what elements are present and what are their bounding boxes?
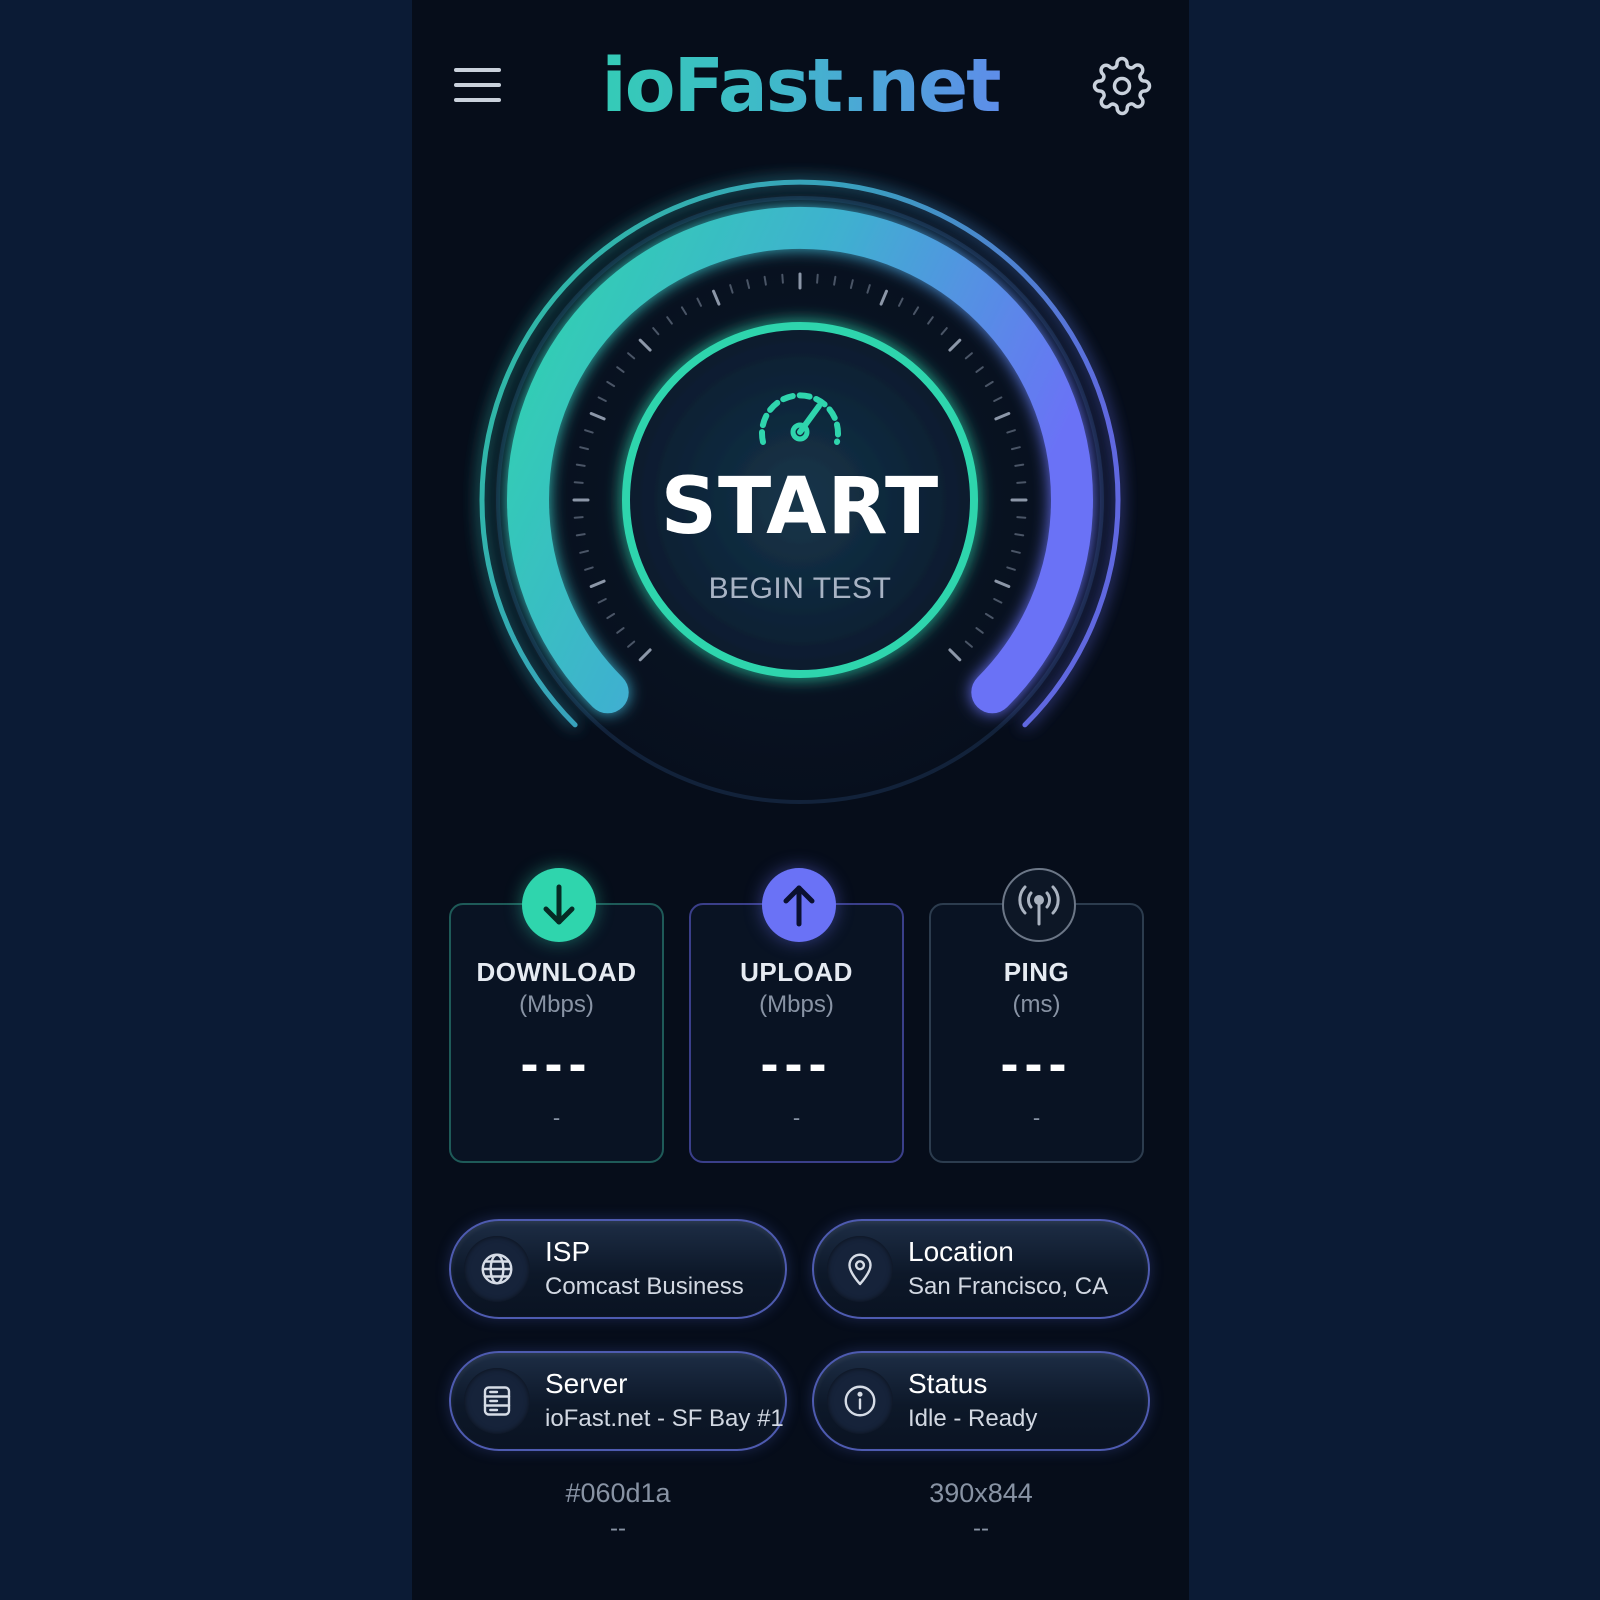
start-test-button[interactable]: START BEGIN TEST — [622, 322, 978, 678]
footer-right-main: 390x844 — [929, 1478, 1033, 1508]
backdrop-left — [0, 0, 412, 1600]
upload-title: UPLOAD — [740, 957, 853, 987]
gauge-tick — [1016, 481, 1027, 484]
status-pill[interactable]: Status Idle - Ready — [812, 1351, 1150, 1451]
globe-icon — [464, 1236, 530, 1302]
isp-value: Comcast Business — [545, 1273, 744, 1300]
upload-card: UPLOAD (Mbps) --- - — [689, 868, 904, 1163]
hamburger-menu-icon[interactable] — [454, 62, 504, 106]
gauge-tick — [1016, 516, 1027, 519]
location-pill[interactable]: Location San Francisco, CA — [812, 1219, 1150, 1319]
footer-left-main: #060d1a — [565, 1478, 671, 1508]
status-label: Status — [908, 1368, 988, 1399]
upload-unit: (Mbps) — [759, 991, 834, 1018]
isp-label: ISP — [545, 1236, 591, 1267]
app-screen: ioFast.net START BEGIN TEST DOWNLOAD (Mb… — [412, 0, 1189, 1600]
gauge-tick — [575, 533, 586, 537]
download-unit: (Mbps) — [519, 991, 594, 1018]
start-label: START — [660, 462, 940, 552]
server-icon — [464, 1368, 530, 1434]
server-pill[interactable]: Server ioFast.net - SF Bay #1 — [449, 1351, 787, 1451]
status-value: Idle - Ready — [908, 1405, 1038, 1432]
location-value: San Francisco, CA — [908, 1273, 1109, 1300]
gauge-tick — [1014, 533, 1025, 537]
location-label: Location — [908, 1236, 1014, 1267]
footer-right-sub: -- — [973, 1515, 989, 1542]
antenna-icon — [1002, 868, 1076, 942]
ping-title: PING — [1003, 957, 1070, 987]
backdrop-right — [1189, 0, 1600, 1600]
gauge-tick — [1014, 463, 1025, 467]
ping-value: --- — [1000, 1034, 1073, 1094]
ping-unit: (ms) — [1012, 991, 1061, 1018]
arrow-up-icon — [762, 868, 836, 942]
isp-pill[interactable]: ISP Comcast Business — [449, 1219, 787, 1319]
info-icon — [827, 1368, 893, 1434]
server-value: ioFast.net - SF Bay #1 — [545, 1405, 784, 1432]
upload-value: --- — [760, 1034, 833, 1094]
ping-card: PING (ms) --- - — [929, 868, 1144, 1163]
gauge-tick — [781, 273, 784, 284]
footer-left-sub: -- — [610, 1515, 626, 1542]
upload-subvalue: - — [792, 1105, 801, 1130]
download-title: DOWNLOAD — [476, 957, 637, 987]
download-subvalue: - — [552, 1105, 561, 1130]
download-value: --- — [520, 1034, 593, 1094]
arrow-down-icon — [522, 868, 596, 942]
begin-test-label: BEGIN TEST — [708, 572, 892, 605]
app-title: ioFast.net — [512, 38, 1089, 134]
gauge-tick — [573, 481, 584, 484]
gauge-tick — [763, 275, 767, 286]
ping-subvalue: - — [1032, 1105, 1041, 1130]
download-card: DOWNLOAD (Mbps) --- - — [449, 868, 664, 1163]
gauge-tick — [573, 516, 584, 519]
gauge-tick — [816, 273, 819, 284]
gauge-tick — [833, 275, 837, 286]
speedometer-icon — [759, 392, 841, 445]
settings-gear-icon[interactable] — [1092, 56, 1152, 116]
location-pin-icon — [827, 1236, 893, 1302]
speed-gauge: START BEGIN TEST — [412, 150, 1189, 850]
gauge-tick — [575, 463, 586, 467]
server-label: Server — [545, 1368, 628, 1399]
